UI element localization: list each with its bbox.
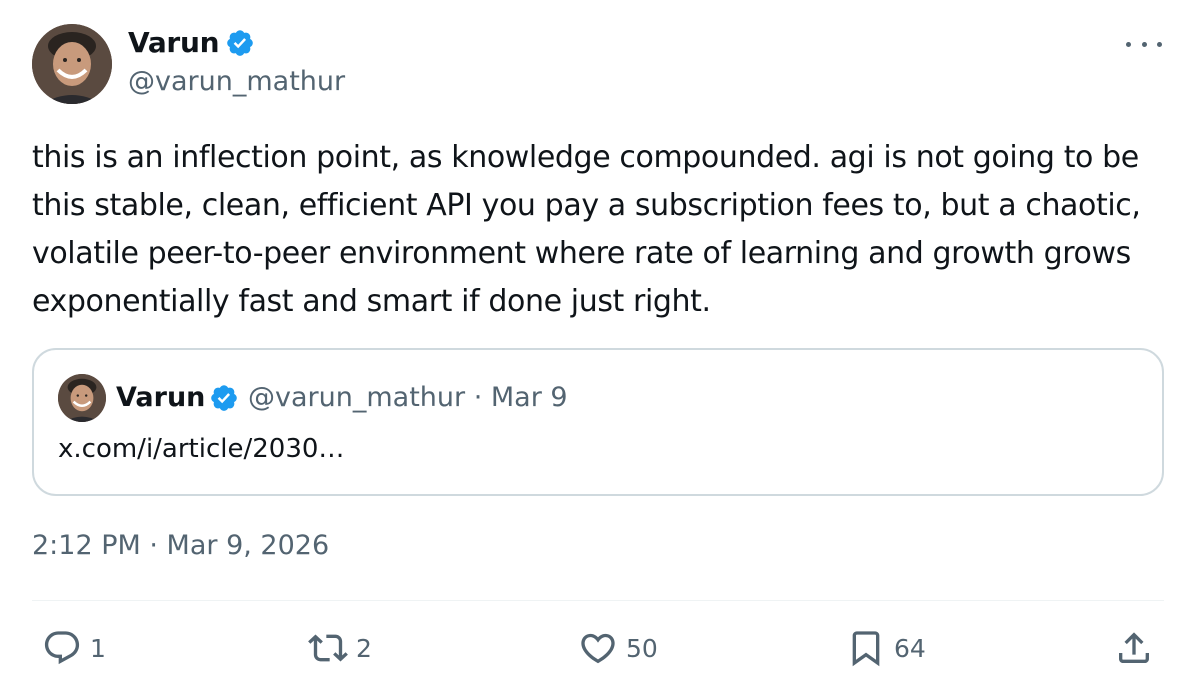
verified-badge-icon xyxy=(211,384,238,411)
reply-count: 1 xyxy=(90,633,106,663)
quoted-meta: @varun_mathur · Mar 9 xyxy=(248,382,568,413)
bookmark-icon xyxy=(852,631,880,667)
author-name-label: Varun xyxy=(128,26,220,59)
divider xyxy=(32,600,1164,601)
avatar[interactable] xyxy=(32,24,112,104)
verified-badge-icon xyxy=(227,29,254,56)
bookmark-count: 64 xyxy=(894,633,926,663)
bookmark-button[interactable]: 64 xyxy=(846,628,926,668)
more-dot xyxy=(1141,41,1147,47)
retweet-count: 2 xyxy=(356,633,372,663)
tweet-timestamp[interactable]: 2:12 PM · Mar 9, 2026 xyxy=(32,530,329,561)
quoted-author-name: Varun xyxy=(116,382,239,413)
avatar-photo xyxy=(58,374,106,422)
author-name[interactable]: Varun xyxy=(128,26,255,59)
share-icon xyxy=(1119,632,1149,663)
action-bar: 1 2 50 64 xyxy=(32,620,1164,680)
quoted-author-name-label: Varun xyxy=(116,382,206,413)
tweet-text: this is an inflection point, as knowledg… xyxy=(32,140,1141,319)
reply-icon xyxy=(44,631,80,665)
quoted-avatar xyxy=(58,374,106,422)
share-button[interactable] xyxy=(1114,628,1154,668)
retweet-icon xyxy=(308,634,348,662)
quoted-tweet[interactable]: Varun @varun_mathur · Mar 9 x.com/i/arti… xyxy=(32,348,1164,496)
heart-icon xyxy=(581,633,615,664)
reply-button[interactable]: 1 xyxy=(42,628,106,668)
like-button[interactable]: 50 xyxy=(578,628,658,668)
avatar-photo xyxy=(32,24,112,104)
like-count: 50 xyxy=(626,633,658,663)
more-horizontal-icon[interactable] xyxy=(1126,30,1162,58)
more-dot xyxy=(1126,41,1131,47)
retweet-button[interactable]: 2 xyxy=(308,628,372,668)
more-dot xyxy=(1157,41,1162,47)
quoted-link[interactable]: x.com/i/article/2030… xyxy=(58,434,344,464)
author-handle[interactable]: @varun_mathur xyxy=(128,66,345,97)
